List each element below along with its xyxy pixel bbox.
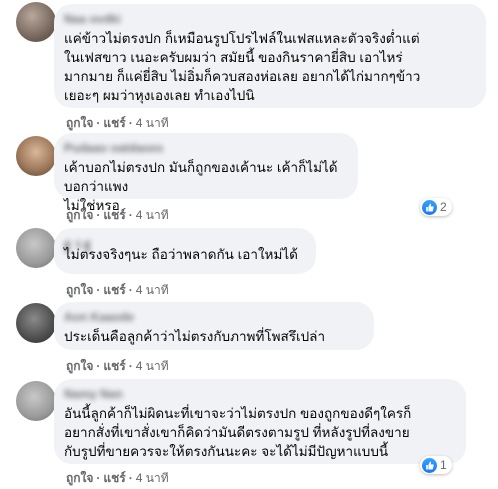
commenter-name[interactable]: Aon Kaaode: [64, 310, 362, 324]
comment-bubble: Namy Nan อันนี้ลูกค้าก็ไม่ผิดนะที่เขาจะว…: [54, 379, 466, 464]
comment-bubble: ฐ่ ว่ ฐ่ ไม่ตรงจริงๆนะ ถือว่าพลาดกัน เอา…: [54, 228, 316, 274]
separator: ·: [128, 208, 133, 222]
comment-actions: ถูกใจ · แชร์ · 4 นาที: [66, 281, 169, 300]
avatar[interactable]: [16, 303, 56, 343]
like-button[interactable]: ถูกใจ: [66, 359, 93, 373]
comment-time[interactable]: 4 นาที: [136, 283, 169, 297]
comment-actions: ถูกใจ · แชร์ · 4 นาที: [66, 206, 169, 225]
like-button[interactable]: ถูกใจ: [66, 208, 93, 222]
like-icon: [422, 199, 437, 215]
reply-button[interactable]: แชร์: [103, 359, 125, 373]
commenter-name[interactable]: Pudaao oatdaoes: [64, 141, 346, 155]
separator: ·: [128, 471, 133, 485]
reaction-number: 2: [440, 200, 447, 214]
commenter-name[interactable]: ฐ่ ว่ ฐ่: [64, 236, 304, 252]
comment-text: อันนี้ลูกค้าก็ไม่ผิดนะที่เขาจะว่าไม่ตรงป…: [64, 406, 412, 459]
separator: ·: [96, 116, 101, 130]
comment-time[interactable]: 4 นาที: [136, 471, 169, 485]
comment-actions: ถูกใจ · แชร์ · 4 นาที: [66, 469, 169, 488]
like-button[interactable]: ถูกใจ: [66, 116, 93, 130]
separator: ·: [96, 208, 101, 222]
avatar[interactable]: [16, 228, 56, 268]
avatar[interactable]: [16, 2, 56, 42]
comment-actions: ถูกใจ · แชร์ · 4 นาที: [66, 114, 169, 133]
reaction-count[interactable]: 1: [420, 456, 452, 474]
comment-bubble: Pudaao oatdaoes เค้าบอกไม่ตรงปก มันก็ถูก…: [54, 133, 358, 213]
separator: ·: [128, 359, 133, 373]
reply-button[interactable]: แชร์: [103, 208, 125, 222]
reaction-count[interactable]: 2: [420, 198, 452, 216]
reaction-number: 1: [440, 458, 447, 472]
avatar[interactable]: [16, 136, 56, 176]
comment-time[interactable]: 4 นาที: [136, 208, 169, 222]
comment-bubble: Aon Kaaode ประเด็นคือลูกค้าว่าไม่ตรงกับภ…: [54, 302, 374, 350]
comment-actions: ถูกใจ · แชร์ · 4 นาที: [66, 357, 169, 376]
comment-text: แค่ข้าวไม่ตรงปก ก็เหมือนรูปโปรไฟล์ในเฟสแ…: [64, 31, 421, 103]
reply-button[interactable]: แชร์: [103, 116, 125, 130]
separator: ·: [96, 283, 101, 297]
separator: ·: [128, 116, 133, 130]
commenter-name[interactable]: Namy Nan: [64, 387, 454, 401]
comment-bubble: Naa ovdki แค่ข้าวไม่ตรงปก ก็เหมือนรูปโปร…: [54, 4, 486, 108]
comment-time[interactable]: 4 นาที: [136, 359, 169, 373]
commenter-name[interactable]: Naa ovdki: [64, 12, 474, 26]
like-button[interactable]: ถูกใจ: [66, 471, 93, 485]
reply-button[interactable]: แชร์: [103, 283, 125, 297]
like-icon: [422, 457, 437, 473]
comment-text: ประเด็นคือลูกค้าว่าไม่ตรงกับภาพที่โพสรึเ…: [64, 329, 326, 344]
like-button[interactable]: ถูกใจ: [66, 283, 93, 297]
comment-time[interactable]: 4 นาที: [136, 116, 169, 130]
separator: ·: [128, 283, 133, 297]
comment-text: ไม่ตรงจริงๆนะ ถือว่าพลาดกัน เอาใหม่ได้: [64, 247, 298, 262]
reply-button[interactable]: แชร์: [103, 471, 125, 485]
separator: ·: [96, 471, 101, 485]
separator: ·: [96, 359, 101, 373]
avatar[interactable]: [16, 381, 56, 421]
